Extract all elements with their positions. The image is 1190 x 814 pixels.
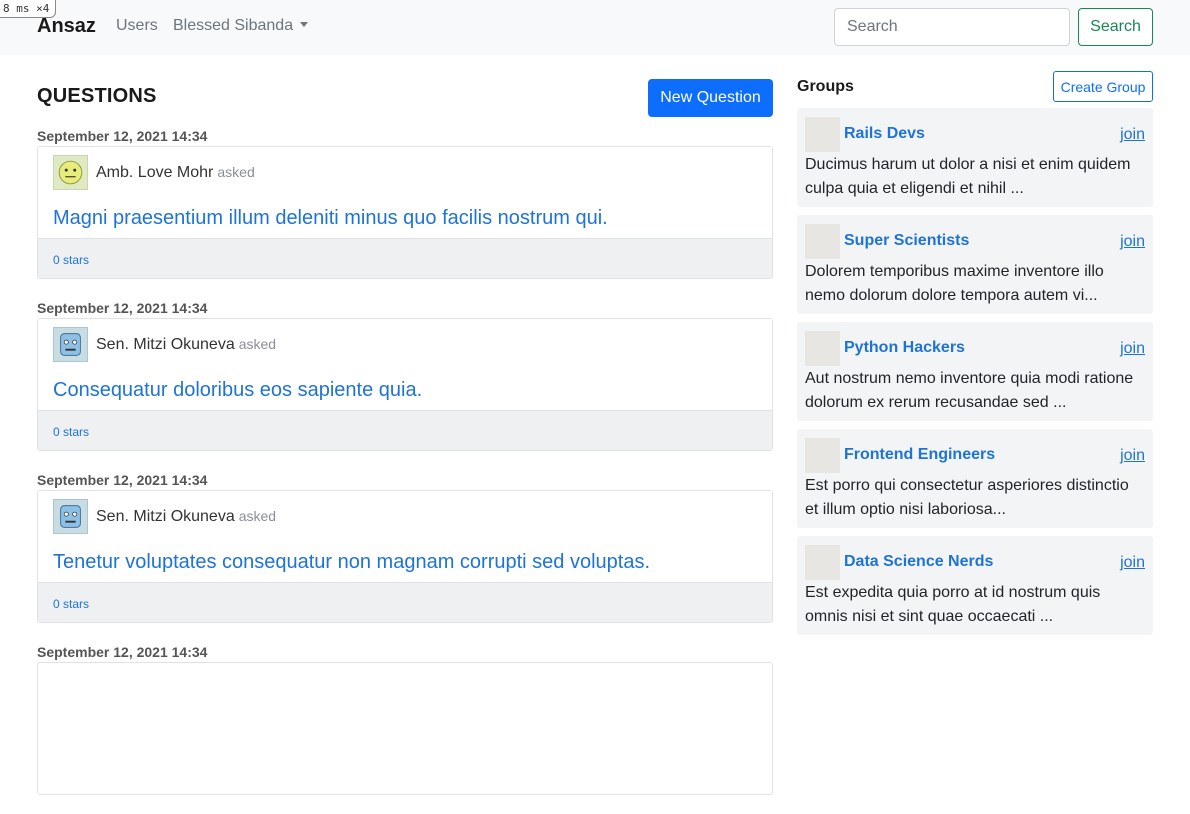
brand-logo[interactable]: Ansaz xyxy=(37,15,96,38)
new-question-button[interactable]: New Question xyxy=(648,79,773,117)
groups-list: Rails Devs join Ducimus harum ut dolor a… xyxy=(797,108,1153,643)
question-stars-link[interactable]: 0 stars xyxy=(53,425,89,439)
question-footer: 0 stars xyxy=(38,582,772,622)
chevron-down-icon xyxy=(300,22,309,27)
group-name-link[interactable]: Python Hackers xyxy=(844,339,965,357)
question-title-link[interactable]: Magni praesentium illum deleniti minus q… xyxy=(53,207,608,230)
group-join-link[interactable]: join xyxy=(1120,554,1145,572)
question-author[interactable]: Sen. Mitzi Okuneva xyxy=(96,336,235,353)
question-date: September 12, 2021 14:34 xyxy=(37,300,208,316)
group-thumbnail xyxy=(805,438,840,473)
create-group-button[interactable]: Create Group xyxy=(1053,71,1153,102)
question-card: Sen. Mitzi Okuneva asked Consequatur dolo… xyxy=(37,318,773,451)
questions-heading: QUESTIONS xyxy=(37,85,157,107)
group-join-link[interactable]: join xyxy=(1120,340,1145,358)
group-description: Aut nostrum nemo inventore quia modi rat… xyxy=(805,370,1134,411)
debug-timing-badge: 8 ms ×4 xyxy=(0,0,57,18)
question-author[interactable]: Sen. Mitzi Okuneva xyxy=(96,508,235,525)
group-name-link[interactable]: Frontend Engineers xyxy=(844,446,995,464)
group-card: Data Science Nerds join Est expedita qui… xyxy=(797,536,1153,635)
question-stars-link[interactable]: 0 stars xyxy=(53,253,89,267)
group-description: Dolorem temporibus maxime inventore illo… xyxy=(805,263,1104,304)
question-author[interactable]: Amb. Love Mohr xyxy=(96,164,213,181)
asked-label: asked xyxy=(238,508,277,524)
group-thumbnail xyxy=(805,117,840,152)
question-card: Amb. Love Mohr asked Magni praesentium il… xyxy=(37,146,773,279)
top-navbar: Ansaz Users Blessed Sibanda Search xyxy=(0,0,1190,55)
green-face-icon[interactable] xyxy=(53,155,88,190)
asked-label: asked xyxy=(217,164,255,180)
group-description: Est expedita quia porro at id nostrum qu… xyxy=(805,584,1101,625)
group-join-link[interactable]: join xyxy=(1120,126,1145,144)
question-item: September 12, 2021 14:34 xyxy=(37,642,773,795)
group-join-link[interactable]: join xyxy=(1120,447,1145,465)
question-title-link[interactable]: Tenetur voluptates consequatur non magna… xyxy=(53,551,650,574)
question-date: September 12, 2021 14:34 xyxy=(37,128,208,144)
question-footer: 0 stars xyxy=(38,410,772,450)
blue-robot-icon[interactable] xyxy=(53,327,88,362)
question-title-link[interactable]: Consequatur doloribus eos sapiente quia. xyxy=(53,379,422,402)
question-item: September 12, 2021 14:34 Amb. Love Mohr a… xyxy=(37,126,773,279)
question-card: Sen. Mitzi Okuneva asked Tenetur voluptat… xyxy=(37,490,773,623)
group-description: Ducimus harum ut dolor a nisi et enim qu… xyxy=(805,156,1131,197)
question-item: September 12, 2021 14:34 Sen. Mitzi Okun… xyxy=(37,470,773,623)
group-thumbnail xyxy=(805,545,840,580)
group-card: Super Scientists join Dolorem temporibus… xyxy=(797,215,1153,314)
blue-robot-icon[interactable] xyxy=(53,499,88,534)
group-name-link[interactable]: Data Science Nerds xyxy=(844,553,993,571)
groups-heading: Groups xyxy=(797,78,854,95)
user-menu-label: Blessed Sibanda xyxy=(173,17,294,34)
question-card xyxy=(37,662,773,795)
question-stars-link[interactable]: 0 stars xyxy=(53,597,89,611)
nav-users-link[interactable]: Users xyxy=(116,17,158,35)
questions-list: September 12, 2021 14:34 Amb. Love Mohr a… xyxy=(37,126,773,814)
group-name-link[interactable]: Super Scientists xyxy=(844,232,969,250)
search-input[interactable] xyxy=(834,8,1070,46)
search-button[interactable]: Search xyxy=(1078,8,1153,46)
question-date: September 12, 2021 14:34 xyxy=(37,644,208,660)
group-card: Python Hackers join Aut nostrum nemo inv… xyxy=(797,322,1153,421)
group-description: Est porro qui consectetur asperiores dis… xyxy=(805,477,1129,518)
question-footer: 0 stars xyxy=(38,238,772,278)
asked-label: asked xyxy=(238,336,277,352)
group-thumbnail xyxy=(805,331,840,366)
group-join-link[interactable]: join xyxy=(1120,233,1145,251)
group-name-link[interactable]: Rails Devs xyxy=(844,125,925,143)
group-card: Rails Devs join Ducimus harum ut dolor a… xyxy=(797,108,1153,207)
question-item: September 12, 2021 14:34 Sen. Mitzi Okun… xyxy=(37,298,773,451)
user-menu-dropdown[interactable]: Blessed Sibanda xyxy=(173,17,309,35)
question-date: September 12, 2021 14:34 xyxy=(37,472,208,488)
group-thumbnail xyxy=(805,224,840,259)
group-card: Frontend Engineers join Est porro qui co… xyxy=(797,429,1153,528)
